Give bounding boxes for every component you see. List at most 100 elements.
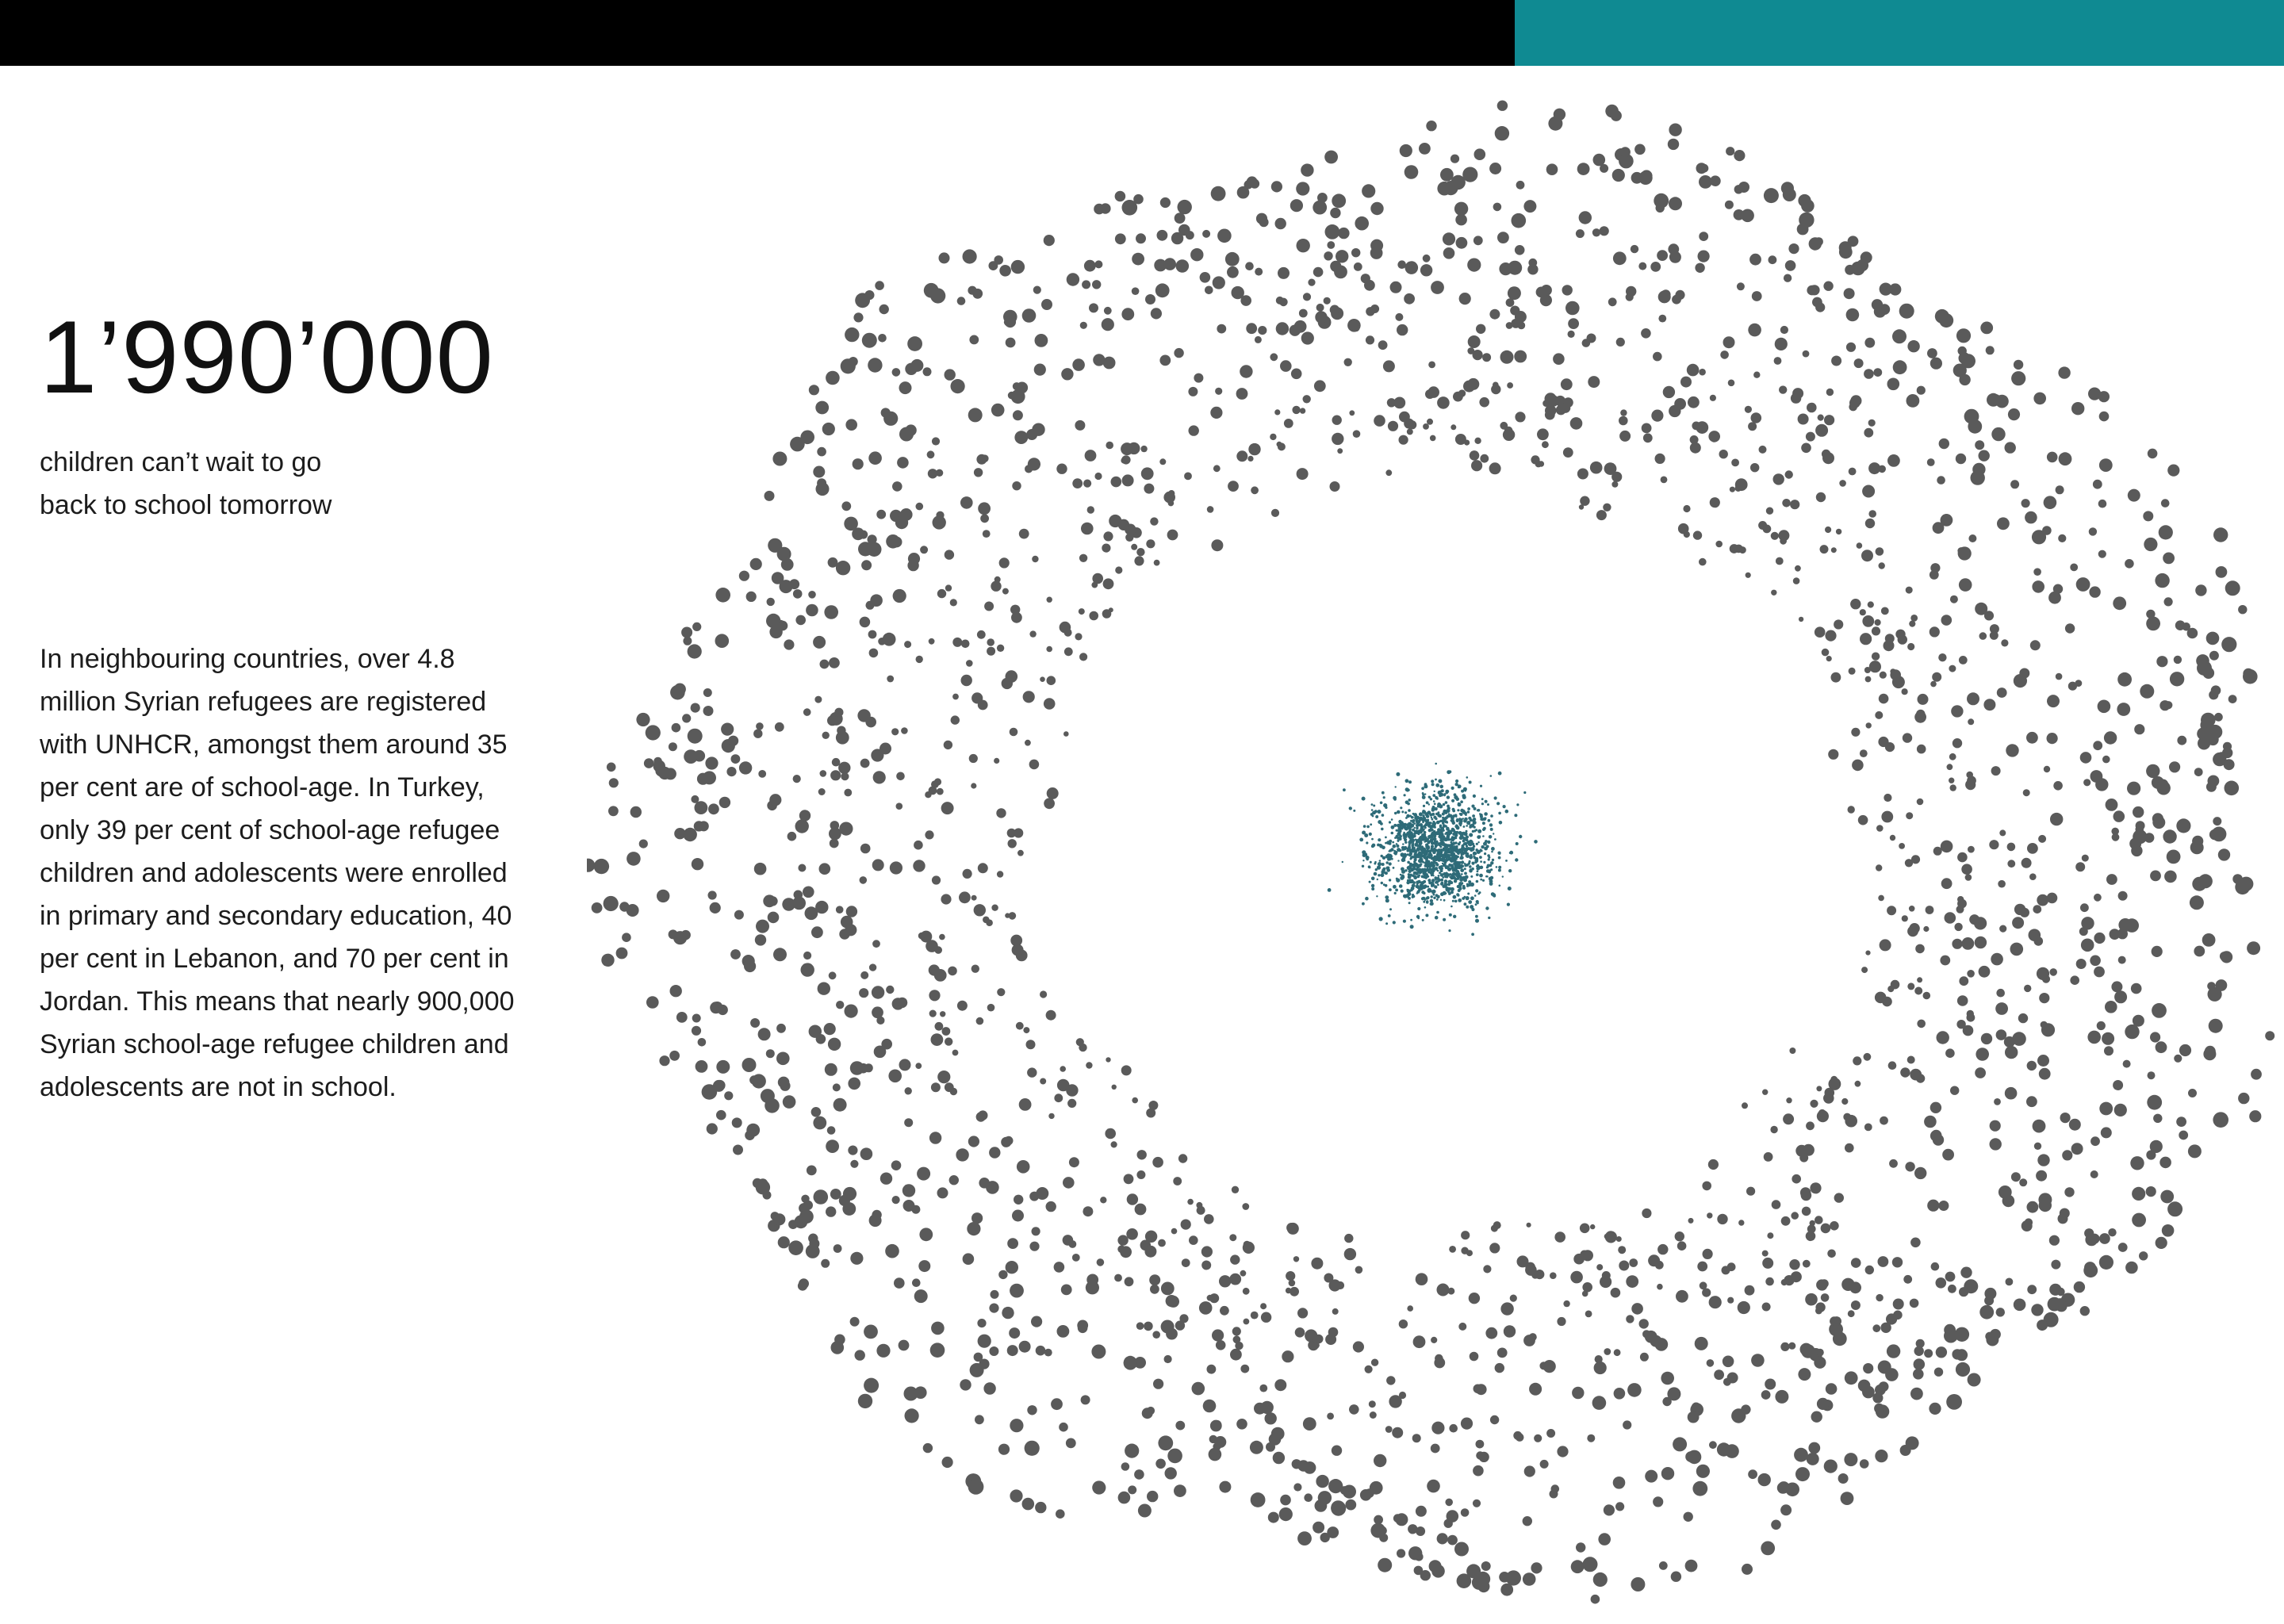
ring-dot: [1762, 524, 1772, 534]
cluster-dot: [1379, 801, 1383, 805]
ring-dot: [1209, 1293, 1220, 1304]
ring-dot: [2156, 656, 2168, 668]
ring-dot: [1801, 1206, 1811, 1216]
cluster-dot: [1422, 816, 1427, 821]
ring-dot: [1084, 450, 1097, 462]
ring-dot: [795, 819, 809, 833]
ring-dot: [1959, 976, 1969, 986]
ring-dot: [1761, 1302, 1771, 1312]
ring-dot: [1890, 669, 1901, 680]
ring-dot: [1032, 423, 1045, 436]
cluster-dot: [1489, 775, 1493, 777]
ring-dot: [691, 1025, 702, 1036]
ring-dot: [1696, 1464, 1710, 1478]
ring-dot: [1955, 453, 1967, 465]
ring-dot: [1991, 766, 2001, 776]
ring-dot: [1838, 241, 1852, 255]
ring-dot: [899, 1059, 911, 1071]
ring-dot: [1399, 411, 1410, 423]
ring-dot: [1797, 413, 1809, 425]
ring-dot: [1907, 340, 1920, 353]
ring-dot: [717, 1004, 728, 1016]
ring-dot: [1691, 1402, 1701, 1412]
cluster-dot: [1400, 875, 1405, 880]
ring-dot: [1313, 200, 1328, 215]
cluster-dot: [1470, 847, 1475, 852]
ring-dot: [2036, 967, 2050, 980]
ring-dot: [676, 1012, 688, 1023]
cluster-dot: [1412, 841, 1415, 845]
ring-dot: [1697, 250, 1710, 262]
cluster-dot: [1467, 847, 1471, 851]
ring-dot: [1572, 1386, 1585, 1400]
ring-dot: [1370, 1358, 1379, 1366]
cluster-dot: [1341, 860, 1343, 864]
ring-dot: [1471, 460, 1483, 472]
ring-dot: [1447, 1534, 1458, 1545]
cluster-dot: [1384, 883, 1388, 887]
ring-dot: [1140, 445, 1148, 453]
ring-dot: [1831, 1316, 1841, 1327]
cluster-dot: [1420, 863, 1423, 866]
ring-dot: [1351, 248, 1361, 258]
ring-dot: [1658, 314, 1667, 323]
ring-dot: [1336, 250, 1349, 263]
ring-dot: [2113, 810, 2125, 822]
ring-dot: [1821, 449, 1831, 459]
cluster-dot: [1446, 832, 1450, 837]
ring-dot: [1422, 254, 1431, 262]
ring-dot: [1460, 1417, 1473, 1430]
ring-dot: [1355, 1266, 1363, 1274]
ring-dot: [1805, 431, 1815, 442]
ring-dot: [1744, 1285, 1755, 1296]
ring-dot: [1927, 348, 1937, 358]
cluster-dot: [1427, 887, 1431, 892]
ring-dot: [937, 1071, 951, 1084]
ring-dot: [1114, 1274, 1122, 1282]
ring-dot: [1491, 384, 1501, 395]
ring-dot: [929, 1009, 937, 1017]
cluster-dot: [1439, 825, 1443, 829]
ring-dot: [1989, 1120, 2001, 1132]
ring-dot: [646, 996, 659, 1009]
cluster-dot: [1392, 844, 1397, 848]
ring-dot: [930, 1082, 941, 1093]
ring-dot: [1751, 1354, 1765, 1367]
cluster-dot: [1484, 812, 1488, 816]
ring-dot: [844, 1004, 858, 1018]
ring-dot: [1741, 209, 1754, 223]
ring-dot: [1004, 1136, 1014, 1146]
ring-dot: [1046, 789, 1056, 798]
ring-dot: [1043, 235, 1055, 247]
cluster-dot: [1458, 851, 1462, 854]
page: 1’990’000 children can’t wait to go back…: [0, 0, 2284, 1624]
ring-dot: [2132, 1014, 2144, 1027]
ring-dot: [800, 430, 814, 445]
ring-dot: [962, 249, 977, 264]
ring-dot: [1054, 1094, 1063, 1103]
cluster-dot: [1402, 856, 1406, 860]
ring-dot: [1724, 200, 1734, 209]
ring-dot: [2037, 894, 2049, 906]
ring-dot: [925, 830, 934, 840]
ring-dot: [1949, 753, 1956, 760]
ring-dot: [1580, 496, 1590, 506]
ring-dot: [1198, 1301, 1213, 1315]
ring-dot: [1128, 442, 1140, 455]
ring-dot: [2217, 752, 2227, 761]
top-bar: [0, 0, 2284, 66]
ring-dot: [1841, 1097, 1849, 1105]
cluster-dot: [1491, 850, 1493, 853]
cluster-dot: [1362, 860, 1365, 862]
ring-dot: [2207, 982, 2216, 990]
cluster-dot: [1371, 837, 1374, 841]
ring-dot: [1463, 380, 1475, 393]
cluster-dot: [1385, 841, 1387, 845]
cluster-dot: [1378, 820, 1382, 825]
ring-dot: [929, 990, 941, 1002]
ring-dot: [1848, 667, 1856, 675]
ring-dot: [788, 1240, 803, 1255]
cluster-dot: [1448, 892, 1451, 895]
cluster-dot: [1468, 816, 1472, 820]
cluster-dot: [1472, 818, 1477, 822]
